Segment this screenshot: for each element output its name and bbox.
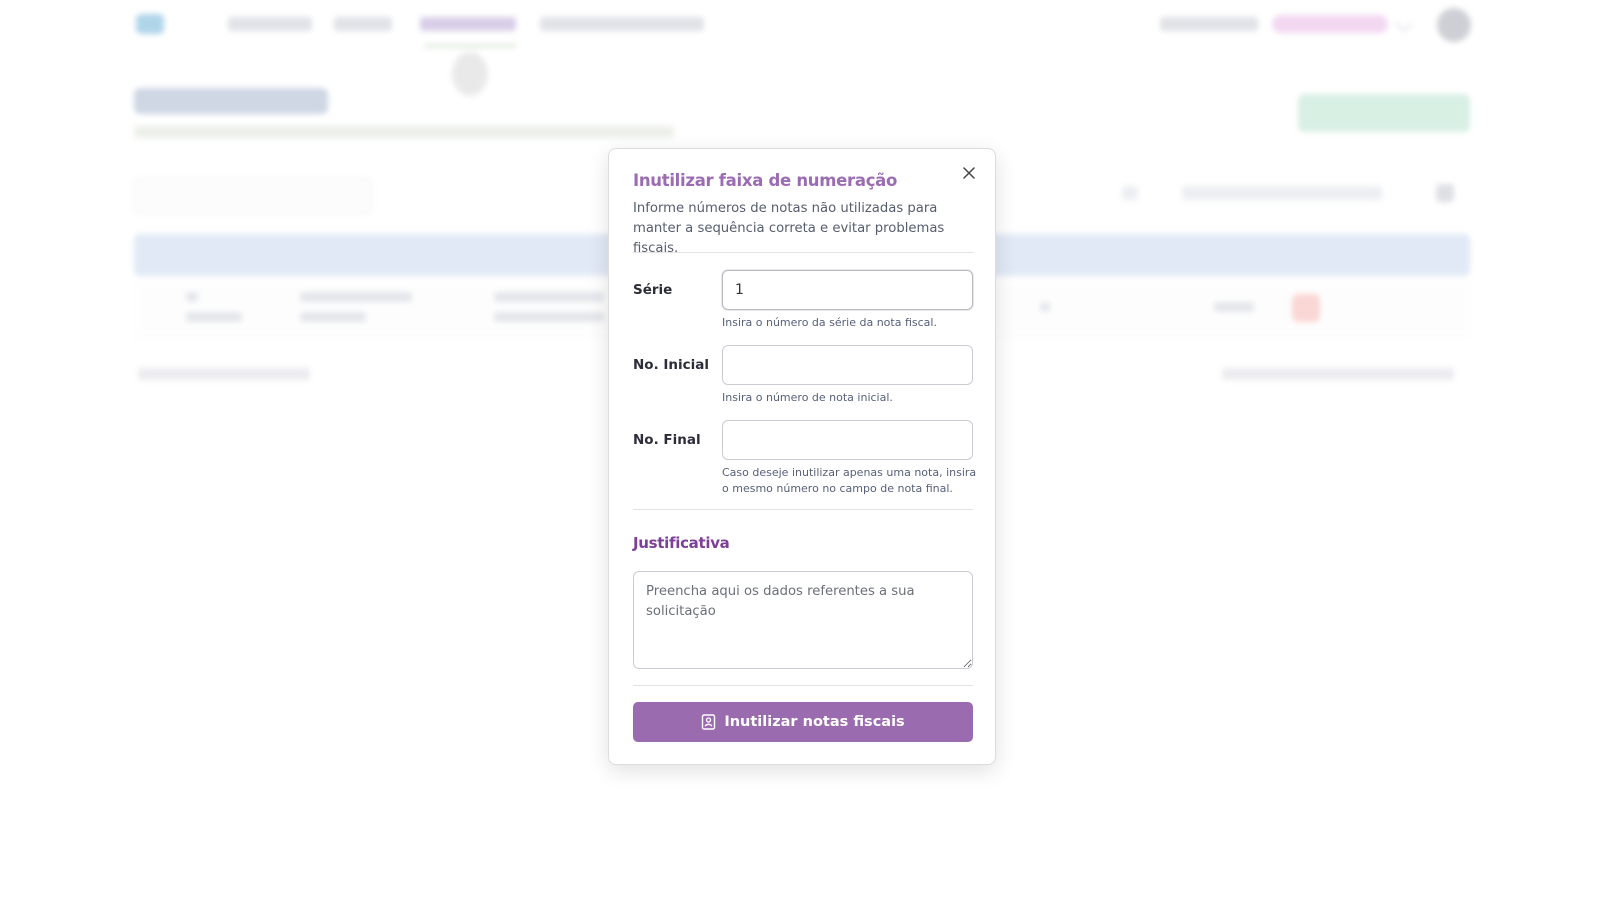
table-cell-blurred [494, 292, 604, 302]
document-icon [702, 714, 716, 730]
table-footer-blurred [138, 368, 310, 380]
numero-inicial-label: No. Inicial [633, 357, 710, 373]
inutilizar-modal: Inutilizar faixa de numeração Informe nú… [608, 148, 996, 765]
serie-helper: Insira o número da série da nota fiscal. [722, 316, 937, 329]
nav-link-blurred [334, 17, 392, 31]
avatar [1437, 8, 1471, 42]
inutilizar-notas-button[interactable]: Inutilizar notas fiscais [633, 702, 973, 742]
refresh-icon [1122, 186, 1138, 200]
table-cell-blurred [186, 292, 198, 302]
nav-link-active-blurred [420, 17, 516, 31]
new-invoice-button-blurred [1298, 94, 1470, 132]
numero-final-label: No. Final [633, 432, 701, 448]
divider [633, 252, 973, 253]
close-button[interactable] [959, 163, 979, 183]
table-cell-blurred [494, 312, 604, 322]
numero-inicial-helper: Insira o número de nota inicial. [722, 391, 893, 404]
serie-label: Série [633, 282, 673, 298]
table-cell-blurred [1214, 302, 1254, 312]
close-icon [963, 167, 975, 179]
modal-title: Inutilizar faixa de numeração [633, 171, 898, 190]
justificativa-title: Justificativa [633, 534, 730, 552]
table-cell-blurred [1040, 302, 1050, 312]
serie-input[interactable] [722, 270, 973, 310]
numero-final-helper: Caso deseje inutilizar apenas uma nota, … [722, 466, 977, 495]
nav-link-blurred [228, 17, 312, 31]
table-cell-blurred [300, 292, 412, 302]
numero-final-input[interactable] [722, 420, 973, 460]
search-input-blurred [134, 178, 372, 214]
numero-inicial-input[interactable] [722, 345, 973, 385]
modal-description: Informe números de notas não utilizadas … [633, 201, 945, 256]
gear-icon [1436, 184, 1454, 202]
user-name-blurred [1160, 17, 1258, 31]
cursor-icon [452, 52, 488, 96]
nav-link-blurred [540, 17, 704, 31]
justificativa-textarea[interactable] [633, 571, 973, 669]
status-badge-blurred [1292, 294, 1320, 322]
nav-active-indicator [424, 44, 516, 48]
inutilizar-notas-label: Inutilizar notas fiscais [724, 714, 905, 730]
user-badge-blurred [1272, 15, 1388, 33]
table-cell-blurred [186, 312, 242, 322]
app-logo [136, 14, 164, 34]
date-filter-blurred [1182, 186, 1382, 200]
divider [633, 685, 973, 686]
table-cell-blurred [300, 312, 366, 322]
divider [633, 509, 973, 510]
page-title-blurred [134, 88, 328, 114]
pagination-blurred [1222, 368, 1454, 380]
page-subtitle-blurred [134, 126, 674, 138]
top-navigation [0, 0, 1620, 52]
chevron-down-icon [1395, 15, 1413, 33]
